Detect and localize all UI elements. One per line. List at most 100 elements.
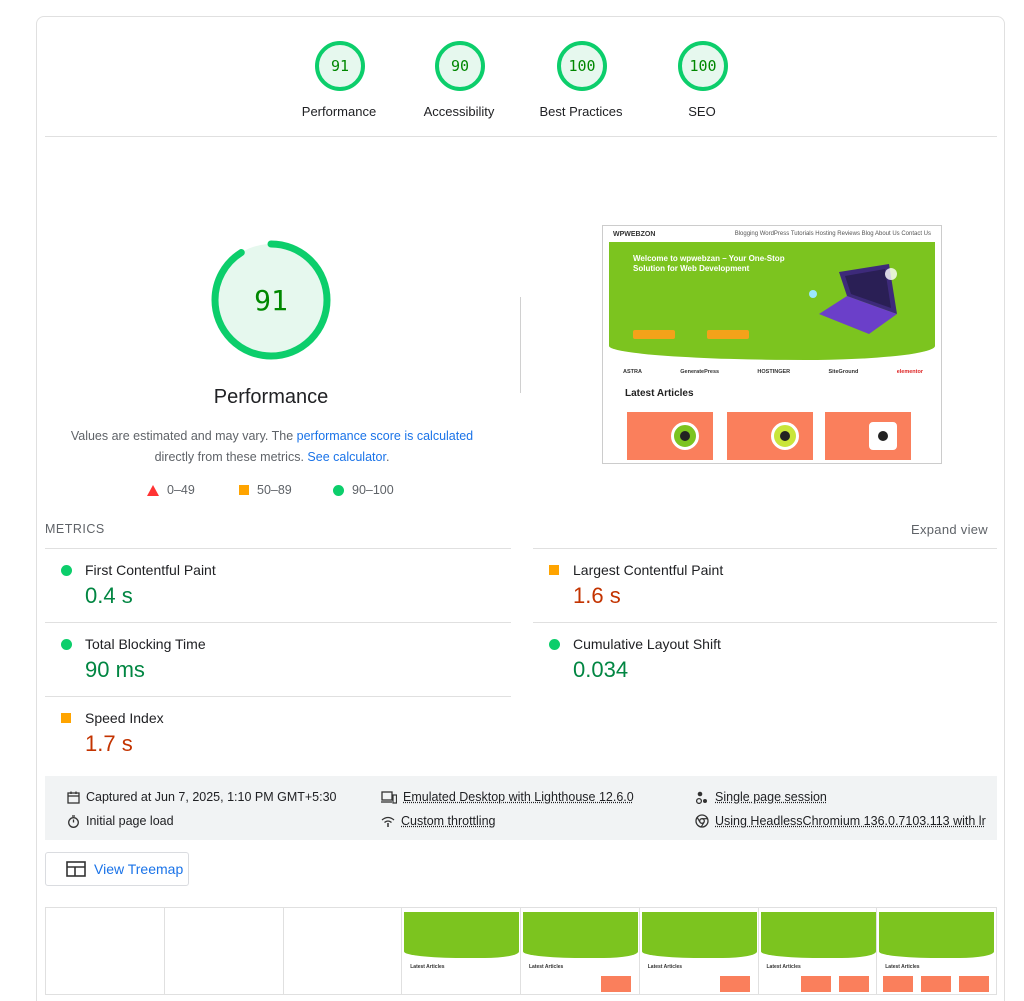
metric-lcp: Largest Contentful Paint 1.6 s (533, 549, 973, 623)
wifi-icon (381, 815, 395, 828)
browser-info[interactable]: Using HeadlessChromium 136.0.7103.113 wi… (695, 814, 986, 828)
pass-icon (61, 639, 72, 650)
partner-logo: ASTRA (623, 369, 642, 375)
metric-value: 1.6 s (573, 583, 621, 609)
person-icon (695, 791, 709, 804)
metric-value: 0.034 (573, 657, 628, 683)
score-calculated-link[interactable]: performance score is calculated (297, 429, 473, 443)
triangle-icon (147, 485, 159, 496)
throttling-text: Custom throttling (401, 814, 495, 828)
score-description: Values are estimated and may vary. The p… (67, 426, 477, 468)
divider (45, 136, 997, 137)
gauge-label: Best Practices (521, 104, 641, 119)
timer-icon (67, 815, 80, 828)
screenshot-partner-logos: ASTRA GeneratePress HOSTINGER SiteGround… (623, 366, 923, 378)
gauge-score: 91 (331, 57, 349, 75)
legend-label: 90–100 (352, 483, 394, 497)
metric-name: Largest Contentful Paint (573, 562, 723, 578)
throttling-info[interactable]: Custom throttling (381, 814, 495, 828)
screenshot-hero: Welcome to wpwebzan – Your One-Stop Solu… (609, 242, 935, 360)
chrome-icon (695, 814, 709, 828)
report-card: 91 Performance 90 Accessibility 100 Best… (36, 16, 1005, 1001)
filmstrip-text: Latest Articles (529, 964, 563, 970)
view-treemap-button[interactable]: View Treemap (45, 852, 189, 886)
metric-fcp: First Contentful Paint 0.4 s (45, 549, 485, 623)
load-text: Initial page load (86, 814, 174, 828)
metric-cls: Cumulative Layout Shift 0.034 (533, 623, 973, 697)
gauge-score: 100 (568, 57, 595, 75)
gauge-label: SEO (642, 104, 762, 119)
average-icon (61, 713, 71, 723)
gauge-ring: 90 (435, 41, 485, 91)
pass-icon (61, 565, 72, 576)
filmstrip-text: Latest Articles (885, 964, 919, 970)
article-thumbnail (825, 412, 911, 460)
partner-logo: GeneratePress (680, 369, 719, 375)
load-info: Initial page load (67, 814, 174, 828)
gauge-ring: 100 (557, 41, 607, 91)
expand-view-toggle[interactable]: Expand view (911, 522, 988, 537)
filmstrip-frame (284, 908, 403, 994)
captured-text: Captured at Jun 7, 2025, 1:10 PM GMT+5:3… (86, 790, 337, 804)
filmstrip-frame: Latest Articles (640, 908, 759, 994)
filmstrip-frame: Latest Articles (402, 908, 521, 994)
score-legend: 0–49 50–89 90–100 (147, 483, 447, 503)
metric-name: First Contentful Paint (85, 562, 216, 578)
final-screenshot[interactable]: WPWEBZON Blogging WordPress Tutorials Ho… (602, 225, 942, 464)
screenshot-nav-links: Blogging WordPress Tutorials Hosting Rev… (735, 231, 931, 237)
metric-name: Speed Index (85, 710, 164, 726)
partner-logo: SiteGround (828, 369, 858, 375)
performance-score: 91 (254, 284, 288, 317)
see-calculator-link[interactable]: See calculator (307, 450, 386, 464)
filmstrip-frame (165, 908, 284, 994)
run-info: Captured at Jun 7, 2025, 1:10 PM GMT+5:3… (45, 776, 997, 840)
performance-gauge: 91 (210, 239, 332, 361)
filmstrip-frame: Latest Articles (759, 908, 878, 994)
session-info[interactable]: Single page session (695, 790, 827, 804)
desc-text: Values are estimated and may vary. The (71, 429, 297, 443)
filmstrip-frame: Latest Articles (521, 908, 640, 994)
metrics-header: METRICS (45, 522, 105, 536)
desc-text: . (386, 450, 389, 464)
screenshot-latest-title: Latest Articles (625, 388, 694, 399)
calendar-icon (67, 791, 80, 804)
pass-icon (549, 639, 560, 650)
square-icon (239, 485, 249, 495)
screenshot-hero-text (633, 282, 773, 308)
legend-label: 0–49 (167, 483, 195, 497)
metric-speed-index: Speed Index 1.7 s (45, 697, 485, 771)
metric-value: 0.4 s (85, 583, 133, 609)
emulated-text: Emulated Desktop with Lighthouse 12.6.0 (403, 790, 634, 804)
laptop-illustration (809, 264, 899, 340)
metric-value: 90 ms (85, 657, 145, 683)
screenshot-nav: WPWEBZON Blogging WordPress Tutorials Ho… (603, 226, 941, 242)
screenshot-button (707, 330, 749, 339)
browser-text: Using HeadlessChromium 136.0.7103.113 wi… (715, 814, 986, 828)
emulated-info[interactable]: Emulated Desktop with Lighthouse 12.6.0 (381, 790, 634, 804)
session-text: Single page session (715, 790, 827, 804)
legend-label: 50–89 (257, 483, 292, 497)
legend-fail: 0–49 (147, 483, 195, 497)
screenshot-hero-title: Welcome to wpwebzan – Your One-Stop Solu… (633, 254, 793, 274)
treemap-icon (66, 861, 86, 877)
devices-icon (381, 791, 397, 804)
metric-name: Cumulative Layout Shift (573, 636, 721, 652)
gauge-score: 100 (689, 57, 716, 75)
metric-value: 1.7 s (85, 731, 133, 757)
article-thumbnail (627, 412, 713, 460)
legend-average: 50–89 (239, 483, 292, 497)
captured-info: Captured at Jun 7, 2025, 1:10 PM GMT+5:3… (67, 790, 337, 804)
partner-logo: HOSTINGER (757, 369, 790, 375)
metric-name: Total Blocking Time (85, 636, 206, 652)
circle-icon (333, 485, 344, 496)
filmstrip: Latest Articles Latest Articles Latest A… (45, 907, 997, 995)
treemap-label: View Treemap (94, 861, 183, 877)
legend-pass: 90–100 (333, 483, 394, 497)
filmstrip-frame: Latest Articles (877, 908, 996, 994)
gauge-score: 90 (451, 57, 469, 75)
gauge-ring: 100 (678, 41, 728, 91)
metric-tbt: Total Blocking Time 90 ms (45, 623, 485, 697)
screenshot-logo: WPWEBZON (613, 231, 655, 238)
performance-title: Performance (137, 386, 405, 409)
filmstrip-text: Latest Articles (410, 964, 444, 970)
